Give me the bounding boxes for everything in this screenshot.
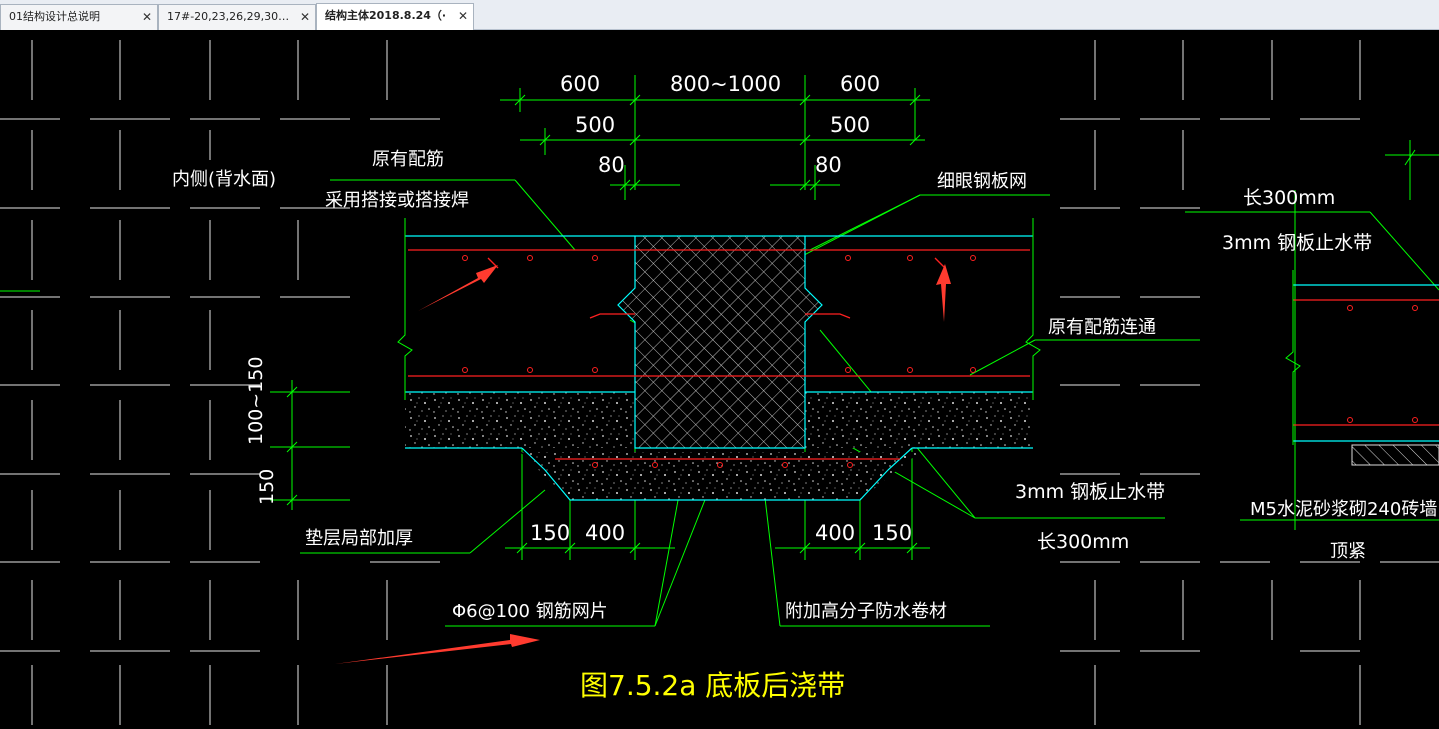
cad-drawing-canvas[interactable]: 600 800~1000 600 500 500 80 80 100~150 1… — [0, 30, 1439, 725]
label-original-rebar-continuous: 原有配筋连通 — [1048, 317, 1156, 338]
tab-label: 结构主体2018.8.24（· — [325, 9, 447, 22]
label-inner-side: 内侧(背水面) — [172, 169, 276, 190]
wall-detail-right — [1285, 270, 1439, 466]
dim-400-bottom-right: 400 — [815, 521, 855, 545]
label-length-300: 长300mm — [1037, 531, 1129, 553]
tab-label: 01结构设计总说明 — [9, 10, 100, 23]
document-tab-bar: 01结构设计总说明 ✕ 17#-20,23,26,29,30… ✕ 结构主体20… — [0, 0, 1439, 30]
label-waterproof-membrane: 附加高分子防水卷材 — [785, 601, 947, 622]
tab-structural-design-notes[interactable]: 01结构设计总说明 ✕ — [0, 4, 158, 30]
dim-500-left: 500 — [575, 113, 615, 137]
dim-600-right: 600 — [840, 72, 880, 96]
label-top-tight: 顶紧 — [1330, 541, 1366, 562]
close-icon[interactable]: ✕ — [142, 5, 152, 29]
cad-drawing: 600 800~1000 600 500 500 80 80 100~150 1… — [0, 40, 1439, 725]
dim-80-right: 80 — [815, 153, 842, 177]
dim-500-right: 500 — [830, 113, 870, 137]
tab-building-17[interactable]: 17#-20,23,26,29,30… ✕ — [158, 4, 316, 30]
label-rebar-mesh: Φ6@100 钢筋网片 — [452, 601, 608, 622]
dim-80-left: 80 — [598, 153, 625, 177]
dim-400-bottom-left: 400 — [585, 521, 625, 545]
tab-label: 17#-20,23,26,29,30… — [167, 10, 290, 23]
label-lap-weld: 采用搭接或搭接焊 — [325, 190, 469, 211]
dim-100-150: 100~150 — [245, 357, 267, 445]
dim-150-bottom-right: 150 — [872, 521, 912, 545]
drawing-title: 图7.5.2a 底板后浇带 — [580, 669, 845, 702]
dim-600-left: 600 — [560, 72, 600, 96]
dim-800-1000: 800~1000 — [670, 72, 781, 96]
label-fine-mesh: 细眼钢板网 — [937, 171, 1027, 192]
close-icon[interactable]: ✕ — [300, 5, 310, 29]
label-right-waterstop: 3mm 钢板止水带 — [1222, 232, 1372, 254]
label-brick-wall: M5水泥砂浆砌240砖墙 — [1250, 499, 1437, 520]
dim-150-vertical: 150 — [256, 469, 278, 505]
tab-main-structure[interactable]: 结构主体2018.8.24（· ✕ — [316, 3, 474, 30]
floor-slab-section — [397, 218, 1041, 501]
label-original-rebar: 原有配筋 — [372, 149, 444, 170]
label-cushion-thicken: 垫层局部加厚 — [305, 528, 413, 549]
dim-150-bottom-left: 150 — [530, 521, 570, 545]
close-icon[interactable]: ✕ — [458, 4, 468, 28]
label-steel-waterstop: 3mm 钢板止水带 — [1015, 481, 1165, 503]
label-right-length-300: 长300mm — [1243, 187, 1335, 209]
